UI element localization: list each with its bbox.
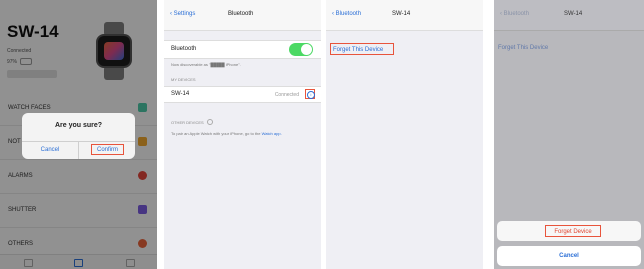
other-devices-header: OTHER DEVICES — [171, 119, 213, 125]
forget-action-sheet-panel: ‹ Bluetooth SW-14 Forget This Device For… — [494, 0, 644, 269]
confirm-alert: Are you sure? Cancel Confirm — [22, 113, 135, 159]
back-button[interactable]: ‹ Bluetooth — [500, 11, 529, 17]
device-row[interactable]: SW-14 Connected i — [164, 86, 321, 103]
watch-app-panel: SW-14 Connected 97% WATCH FACES NOT ALAR… — [0, 0, 157, 269]
alert-question: Are you sure? — [54, 122, 103, 129]
back-label: Settings — [173, 11, 196, 17]
pair-note-text: To pair an Apple Watch with your iPhone,… — [171, 131, 261, 136]
nav-bar: ‹ Bluetooth SW-14 — [494, 0, 644, 31]
nav-title: SW-14 — [392, 11, 411, 17]
cancel-button[interactable]: Cancel — [497, 246, 641, 266]
forget-device-button[interactable]: Forget Device — [545, 225, 601, 237]
action-sheet: Forget Device — [497, 221, 641, 241]
nav-bar: ‹ Bluetooth SW-14 — [326, 0, 483, 31]
info-button[interactable]: i — [305, 89, 315, 99]
nav-title: Bluetooth — [228, 11, 254, 17]
other-devices-label: OTHER DEVICES — [171, 119, 204, 125]
pair-note: To pair an Apple Watch with your iPhone,… — [171, 131, 311, 137]
cancel-button[interactable]: Cancel — [22, 141, 78, 159]
bluetooth-row: Bluetooth — [164, 40, 321, 59]
device-name: SW-14 — [171, 91, 190, 97]
back-button[interactable]: ‹ Bluetooth — [332, 11, 361, 17]
forget-this-device-button[interactable]: Forget This Device — [330, 43, 394, 55]
nav-title: SW-14 — [564, 11, 583, 17]
alert-button-divider — [78, 141, 79, 159]
nav-bar: ‹ Settings Bluetooth — [164, 0, 321, 31]
watch-app-link[interactable]: Watch app. — [262, 131, 282, 136]
bluetooth-settings-panel: ‹ Settings Bluetooth Bluetooth Now disco… — [164, 0, 321, 269]
bluetooth-label: Bluetooth — [171, 46, 197, 52]
back-label: Bluetooth — [503, 11, 530, 17]
device-state: Connected — [274, 92, 299, 98]
info-icon: i — [307, 91, 315, 99]
back-button[interactable]: ‹ Settings — [170, 11, 195, 17]
device-detail-panel: ‹ Bluetooth SW-14 Forget This Device — [326, 0, 483, 269]
discoverable-note: Now discoverable as "█████ iPhone". — [171, 62, 241, 67]
back-label: Bluetooth — [335, 11, 362, 17]
bluetooth-toggle[interactable] — [289, 43, 313, 56]
my-devices-header: MY DEVICES — [171, 77, 196, 82]
loading-spinner-icon — [206, 119, 213, 125]
confirm-button[interactable]: Confirm — [91, 144, 124, 155]
